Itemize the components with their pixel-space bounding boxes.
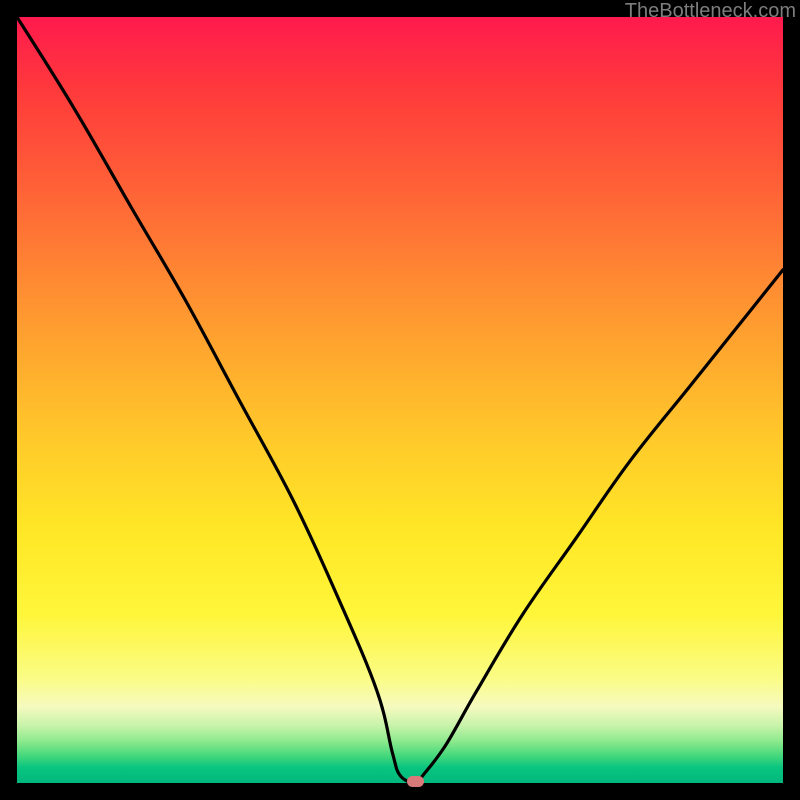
chart-plot-area: [17, 17, 783, 783]
bottleneck-marker: [407, 776, 424, 787]
curve-path: [17, 17, 783, 783]
watermark-text: TheBottleneck.com: [625, 0, 796, 23]
bottleneck-curve-line: [17, 17, 783, 783]
